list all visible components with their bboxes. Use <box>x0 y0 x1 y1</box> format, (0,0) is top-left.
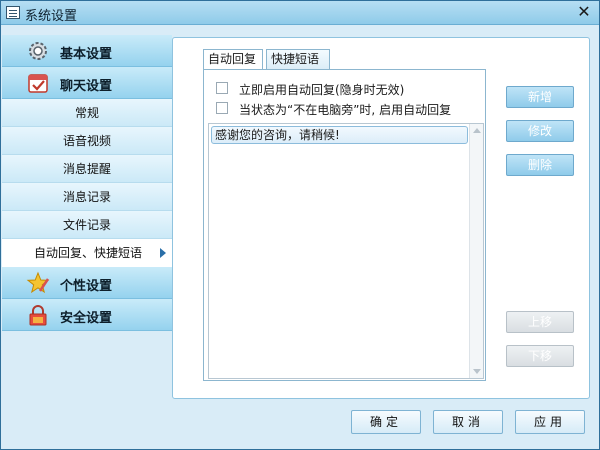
scroll-down-icon[interactable] <box>472 366 482 376</box>
auto-reply-tab-content: 立即启用自动回复(隐身时无效) 当状态为“不在电脑旁”时, 启用自动回复 感谢您… <box>203 69 486 381</box>
window-title: 系统设置 <box>25 9 78 24</box>
tab-quick-phrases[interactable]: 快捷短语 <box>266 49 330 69</box>
sidebar-item-message-log[interactable]: 消息记录 <box>2 183 172 211</box>
sidebar-item-general[interactable]: 常规 <box>2 99 172 127</box>
sidebar-category-label: 基本设置 <box>60 47 113 62</box>
enable-auto-reply-checkbox[interactable] <box>216 82 228 94</box>
close-button[interactable]: ✕ <box>575 3 593 21</box>
sidebar-category-label: 聊天设置 <box>60 79 113 94</box>
calendar-check-icon <box>28 74 48 93</box>
sidebar-category-security[interactable]: 安全设置 <box>2 299 172 331</box>
settings-panel: 自动回复 快捷短语 立即启用自动回复(隐身时无效) 当状态为“不在电脑旁”时, … <box>172 37 590 399</box>
scroll-up-icon[interactable] <box>472 126 482 136</box>
enable-auto-reply-label: 立即启用自动回复(隐身时无效) <box>239 83 405 97</box>
sidebar-category-basic[interactable]: 基本设置 <box>2 35 172 67</box>
list-item[interactable]: 感谢您的咨询，请稍候! <box>211 126 468 144</box>
sidebar-category-label: 安全设置 <box>60 311 113 326</box>
edit-button[interactable]: 修改 <box>506 120 574 142</box>
away-auto-reply-checkbox[interactable] <box>216 102 228 114</box>
ok-button[interactable]: 确定 <box>351 410 421 434</box>
sidebar: 基本设置 聊天设置 常规 语音视频 消息提醒 消息记录 文件记录 自动回复、快捷… <box>2 35 172 335</box>
list-scrollbar[interactable] <box>469 124 483 378</box>
gear-icon <box>29 42 47 60</box>
title-bar[interactable]: 系统设置 ✕ <box>1 1 599 25</box>
sidebar-item-message-alert[interactable]: 消息提醒 <box>2 155 172 183</box>
tab-auto-reply[interactable]: 自动回复 <box>203 49 263 70</box>
reply-list[interactable]: 感谢您的咨询，请稍候! <box>208 123 484 379</box>
sidebar-category-chat[interactable]: 聊天设置 <box>2 67 172 99</box>
settings-window: 系统设置 ✕ 基本设置 聊天设置 常规 语音视频 消息提醒 消息记录 文件记录 … <box>0 0 600 450</box>
move-down-button[interactable]: 下移 <box>506 345 574 367</box>
window-icon <box>6 6 20 19</box>
move-up-button[interactable]: 上移 <box>506 311 574 333</box>
cancel-button[interactable]: 取消 <box>433 410 503 434</box>
apply-button[interactable]: 应用 <box>515 410 585 434</box>
chevron-right-icon <box>160 248 166 258</box>
sidebar-item-file-log[interactable]: 文件记录 <box>2 211 172 239</box>
sidebar-item-voice-video[interactable]: 语音视频 <box>2 127 172 155</box>
sidebar-category-personal[interactable]: 个性设置 <box>2 267 172 299</box>
sidebar-item-label: 自动回复、快捷短语 <box>34 246 143 260</box>
away-auto-reply-label: 当状态为“不在电脑旁”时, 启用自动回复 <box>239 103 452 117</box>
delete-button[interactable]: 删除 <box>506 154 574 176</box>
sidebar-category-label: 个性设置 <box>60 279 113 294</box>
sidebar-item-auto-reply[interactable]: 自动回复、快捷短语 <box>2 239 172 267</box>
add-button[interactable]: 新增 <box>506 86 574 108</box>
lock-icon <box>29 305 47 326</box>
star-brush-icon <box>26 271 50 294</box>
